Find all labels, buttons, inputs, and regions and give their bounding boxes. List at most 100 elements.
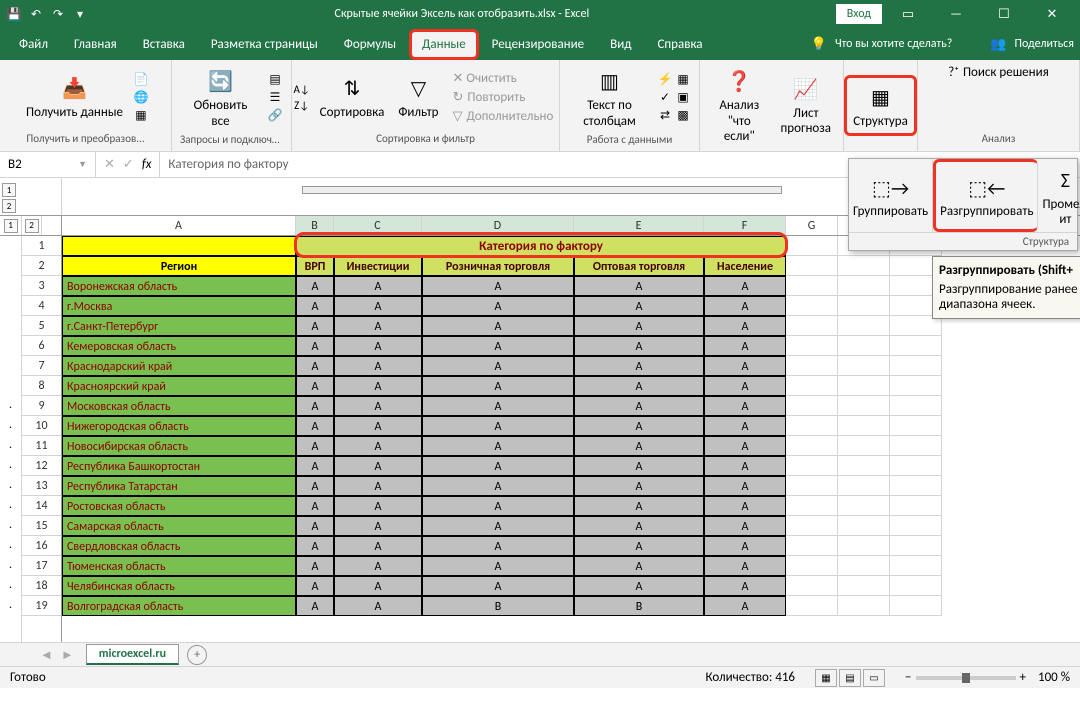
cell[interactable]: Новосибирская область [62, 436, 296, 456]
cell[interactable]: B [422, 596, 574, 616]
ungroup-button[interactable]: ⬚← Разгруппировать [933, 159, 1038, 232]
cell[interactable]: A [334, 276, 422, 296]
row-header[interactable]: 7 [22, 356, 61, 376]
cell[interactable]: A [704, 516, 786, 536]
outline-level-1[interactable]: 1 [2, 183, 16, 197]
cancel-icon[interactable]: ✕ [104, 157, 115, 172]
cell[interactable] [786, 336, 838, 356]
cell[interactable]: A [334, 376, 422, 396]
row-header[interactable]: 11 [22, 436, 61, 456]
cell[interactable] [890, 516, 942, 536]
cell[interactable] [838, 316, 890, 336]
cell[interactable] [838, 456, 890, 476]
zoom-value[interactable]: 100 % [1038, 670, 1070, 685]
cell[interactable]: A [334, 396, 422, 416]
cell[interactable] [786, 496, 838, 516]
cell[interactable] [786, 556, 838, 576]
cell[interactable]: A [296, 296, 334, 316]
col-header-B[interactable]: B [296, 216, 334, 235]
cell[interactable]: Население [704, 256, 786, 276]
cell[interactable]: A [422, 296, 574, 316]
cell[interactable] [838, 556, 890, 576]
zoom-slider[interactable] [916, 676, 1016, 680]
cell[interactable] [890, 376, 942, 396]
cell[interactable]: A [574, 276, 704, 296]
cell[interactable]: A [704, 536, 786, 556]
cell[interactable] [890, 456, 942, 476]
row-header[interactable]: 5 [22, 316, 61, 336]
cell[interactable]: A [334, 496, 422, 516]
cell[interactable] [786, 256, 838, 276]
cell[interactable] [786, 396, 838, 416]
maximize-icon[interactable]: ☐ [982, 1, 1026, 27]
menu-справка[interactable]: Справка [644, 29, 715, 60]
cell[interactable]: A [574, 416, 704, 436]
cell[interactable]: A [296, 556, 334, 576]
cell[interactable]: A [296, 396, 334, 416]
cell[interactable]: A [334, 356, 422, 376]
menu-вид[interactable]: Вид [597, 29, 644, 60]
cell[interactable] [786, 576, 838, 596]
cell[interactable]: Самарская область [62, 516, 296, 536]
cell[interactable]: Республика Башкортостан [62, 456, 296, 476]
cell[interactable]: A [296, 596, 334, 616]
cell[interactable]: A [422, 416, 574, 436]
cell[interactable]: A [296, 456, 334, 476]
cell[interactable]: A [574, 576, 704, 596]
cell[interactable]: A [296, 436, 334, 456]
menu-формулы[interactable]: Формулы [331, 29, 409, 60]
cell[interactable] [786, 536, 838, 556]
text-to-columns-button[interactable]: ▥ Текст по столбцам [568, 64, 651, 131]
undo-icon[interactable]: ↶ [28, 6, 44, 22]
cell[interactable]: A [574, 516, 704, 536]
row-header[interactable]: 13 [22, 476, 61, 496]
cell[interactable]: A [422, 396, 574, 416]
menu-файл[interactable]: Файл [6, 29, 61, 60]
from-text-icon[interactable]: 📄 [133, 71, 149, 87]
cell[interactable]: A [574, 436, 704, 456]
view-normal-icon[interactable]: ▦ [815, 669, 837, 687]
cell[interactable]: A [334, 316, 422, 336]
queries-icon[interactable]: ▤ [267, 72, 283, 88]
cell[interactable]: A [422, 556, 574, 576]
cell[interactable] [890, 436, 942, 456]
cell[interactable]: A [574, 376, 704, 396]
cell[interactable] [890, 356, 942, 376]
row-header[interactable]: 16 [22, 536, 61, 556]
group-button[interactable]: ⬚→ Группировать [849, 159, 933, 232]
cell[interactable]: A [704, 356, 786, 376]
cell[interactable] [890, 396, 942, 416]
cell[interactable]: A [704, 576, 786, 596]
cell[interactable]: A [296, 376, 334, 396]
cell[interactable]: A [704, 376, 786, 396]
cell[interactable] [890, 596, 942, 616]
cell[interactable]: Розничная торговля [422, 256, 574, 276]
data-model-icon[interactable]: ▩ [675, 108, 691, 124]
from-table-icon[interactable]: ▦ [133, 107, 149, 123]
cell[interactable]: A [296, 516, 334, 536]
sheet-tab[interactable]: microexcel.ru [86, 644, 179, 665]
cell[interactable]: A [574, 296, 704, 316]
cell[interactable]: Оптовая торговля [574, 256, 704, 276]
row-header[interactable]: 2 [22, 256, 61, 276]
cell[interactable]: A [704, 396, 786, 416]
row-level-2[interactable]: 2 [25, 219, 39, 233]
cell[interactable]: A [334, 296, 422, 316]
cell[interactable]: A [422, 276, 574, 296]
cell[interactable]: A [422, 536, 574, 556]
get-data-button[interactable]: 📥 Получить данные [22, 71, 127, 123]
cell[interactable]: Тюменская область [62, 556, 296, 576]
cell[interactable]: Красноярский край [62, 376, 296, 396]
cell[interactable]: A [422, 516, 574, 536]
col-header-E[interactable]: E [574, 216, 704, 235]
properties-icon[interactable]: ☰ [267, 90, 283, 106]
cell[interactable]: A [334, 436, 422, 456]
grid[interactable]: Категория по факторуРегионВРПИнвестицииР… [62, 236, 1080, 642]
cell[interactable]: Республика Татарстан [62, 476, 296, 496]
fx-icon[interactable]: fx [142, 157, 152, 172]
tell-me[interactable]: Что вы хотите сделать? [835, 37, 952, 51]
cell[interactable]: Воронежская область [62, 276, 296, 296]
cell[interactable]: Инвестиции [334, 256, 422, 276]
cell[interactable]: A [422, 496, 574, 516]
cell[interactable] [890, 576, 942, 596]
